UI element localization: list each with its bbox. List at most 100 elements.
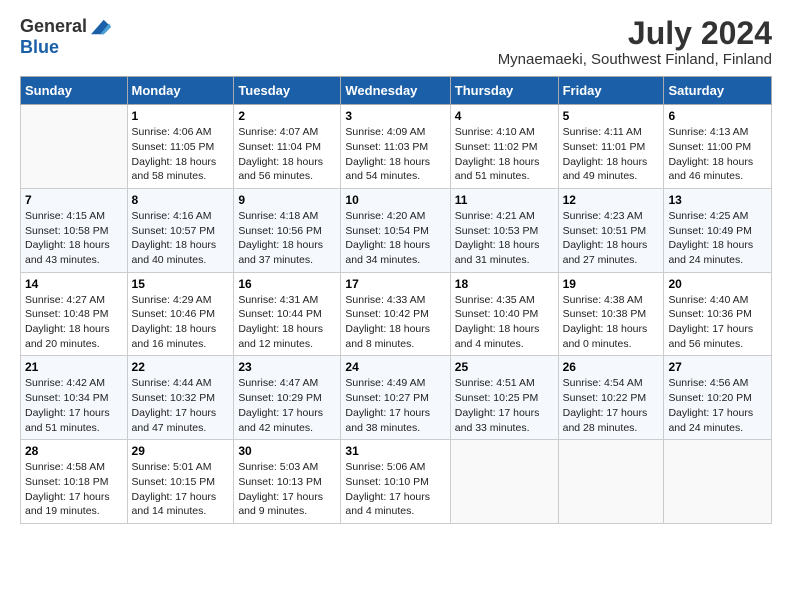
header-cell-thursday: Thursday: [450, 77, 558, 105]
header-cell-friday: Friday: [558, 77, 664, 105]
day-info: Sunrise: 4:38 AMSunset: 10:38 PMDaylight…: [563, 293, 660, 352]
calendar-cell: 21 Sunrise: 4:42 AMSunset: 10:34 PMDaylig…: [21, 356, 128, 440]
calendar-cell: 14 Sunrise: 4:27 AMSunset: 10:48 PMDaylig…: [21, 272, 128, 356]
calendar-cell: [558, 440, 664, 524]
day-number: 9: [238, 193, 336, 207]
day-info: Sunrise: 4:47 AMSunset: 10:29 PMDaylight…: [238, 376, 336, 435]
day-info: Sunrise: 4:15 AMSunset: 10:58 PMDaylight…: [25, 209, 123, 268]
day-info: Sunrise: 4:44 AMSunset: 10:32 PMDaylight…: [132, 376, 230, 435]
day-number: 20: [668, 277, 767, 291]
calendar-cell: 25Sunrise: 4:51 AMSunset: 10:25 PMDaylig…: [450, 356, 558, 440]
day-number: 4: [455, 109, 554, 123]
day-info: Sunrise: 5:06 AMSunset: 10:10 PMDaylight…: [345, 460, 445, 519]
day-info: Sunrise: 4:27 AMSunset: 10:48 PMDaylight…: [25, 293, 123, 352]
calendar-cell: 3Sunrise: 4:09 AMSunset: 11:03 PMDayligh…: [341, 105, 450, 189]
day-info: Sunrise: 4:11 AMSunset: 11:01 PMDaylight…: [563, 125, 660, 184]
calendar-cell: 6Sunrise: 4:13 AMSunset: 11:00 PMDayligh…: [664, 105, 772, 189]
calendar-cell: 17Sunrise: 4:33 AMSunset: 10:42 PMDaylig…: [341, 272, 450, 356]
calendar-cell: 19 Sunrise: 4:38 AMSunset: 10:38 PMDaylig…: [558, 272, 664, 356]
logo-blue-text: Blue: [20, 37, 59, 58]
day-number: 26: [563, 360, 660, 374]
calendar-cell: 1 Sunrise: 4:06 AMSunset: 11:05 PMDayligh…: [127, 105, 234, 189]
logo-icon: [91, 19, 111, 35]
day-info: Sunrise: 4:51 AMSunset: 10:25 PMDaylight…: [455, 376, 554, 435]
page-header: General Blue July 2024 Mynaemaeki, South…: [20, 16, 772, 68]
header-cell-tuesday: Tuesday: [234, 77, 341, 105]
logo-general-text: General: [20, 16, 87, 37]
day-info: Sunrise: 4:16 AMSunset: 10:57 PMDaylight…: [132, 209, 230, 268]
day-info: Sunrise: 4:10 AMSunset: 11:02 PMDaylight…: [455, 125, 554, 184]
day-number: 29: [132, 444, 230, 458]
calendar-cell: 20 Sunrise: 4:40 AMSunset: 10:36 PMDaylig…: [664, 272, 772, 356]
day-info: Sunrise: 4:21 AMSunset: 10:53 PMDaylight…: [455, 209, 554, 268]
day-info: Sunrise: 4:58 AMSunset: 10:18 PMDaylight…: [25, 460, 123, 519]
day-number: 24: [345, 360, 445, 374]
week-row-2: 7 Sunrise: 4:15 AMSunset: 10:58 PMDayligh…: [21, 188, 772, 272]
calendar-cell: 12Sunrise: 4:23 AMSunset: 10:51 PMDaylig…: [558, 188, 664, 272]
header-cell-monday: Monday: [127, 77, 234, 105]
day-info: Sunrise: 4:35 AMSunset: 10:40 PMDaylight…: [455, 293, 554, 352]
day-number: 22: [132, 360, 230, 374]
calendar-cell: 27 Sunrise: 4:56 AMSunset: 10:20 PMDaylig…: [664, 356, 772, 440]
location-title: Mynaemaeki, Southwest Finland, Finland: [498, 51, 772, 68]
day-info: Sunrise: 4:20 AMSunset: 10:54 PMDaylight…: [345, 209, 445, 268]
day-info: Sunrise: 5:03 AMSunset: 10:13 PMDaylight…: [238, 460, 336, 519]
week-row-3: 14 Sunrise: 4:27 AMSunset: 10:48 PMDaylig…: [21, 272, 772, 356]
day-info: Sunrise: 4:29 AMSunset: 10:46 PMDaylight…: [132, 293, 230, 352]
day-number: 3: [345, 109, 445, 123]
calendar-cell: 2 Sunrise: 4:07 AMSunset: 11:04 PMDayligh…: [234, 105, 341, 189]
day-number: 15: [132, 277, 230, 291]
calendar-cell: 11Sunrise: 4:21 AMSunset: 10:53 PMDaylig…: [450, 188, 558, 272]
calendar-cell: 15 Sunrise: 4:29 AMSunset: 10:46 PMDaylig…: [127, 272, 234, 356]
day-number: 2: [238, 109, 336, 123]
day-info: Sunrise: 4:25 AMSunset: 10:49 PMDaylight…: [668, 209, 767, 268]
title-area: July 2024 Mynaemaeki, Southwest Finland,…: [498, 16, 772, 68]
week-row-5: 28 Sunrise: 4:58 AMSunset: 10:18 PMDaylig…: [21, 440, 772, 524]
day-number: 31: [345, 444, 445, 458]
calendar-cell: 4 Sunrise: 4:10 AMSunset: 11:02 PMDayligh…: [450, 105, 558, 189]
day-number: 19: [563, 277, 660, 291]
calendar-cell: 23 Sunrise: 4:47 AMSunset: 10:29 PMDaylig…: [234, 356, 341, 440]
day-info: Sunrise: 4:56 AMSunset: 10:20 PMDaylight…: [668, 376, 767, 435]
calendar-cell: 13 Sunrise: 4:25 AMSunset: 10:49 PMDaylig…: [664, 188, 772, 272]
calendar-cell: 8 Sunrise: 4:16 AMSunset: 10:57 PMDayligh…: [127, 188, 234, 272]
day-info: Sunrise: 4:06 AMSunset: 11:05 PMDaylight…: [132, 125, 230, 184]
calendar-table: SundayMondayTuesdayWednesdayThursdayFrid…: [20, 76, 772, 524]
calendar-cell: 24 Sunrise: 4:49 AMSunset: 10:27 PMDaylig…: [341, 356, 450, 440]
calendar-cell: [21, 105, 128, 189]
week-row-1: 1 Sunrise: 4:06 AMSunset: 11:05 PMDayligh…: [21, 105, 772, 189]
calendar-cell: [664, 440, 772, 524]
day-number: 1: [132, 109, 230, 123]
day-number: 8: [132, 193, 230, 207]
header-cell-sunday: Sunday: [21, 77, 128, 105]
header-cell-wednesday: Wednesday: [341, 77, 450, 105]
logo: General Blue: [20, 16, 111, 58]
day-info: Sunrise: 4:40 AMSunset: 10:36 PMDaylight…: [668, 293, 767, 352]
calendar-cell: 29Sunrise: 5:01 AMSunset: 10:15 PMDaylig…: [127, 440, 234, 524]
week-row-4: 21 Sunrise: 4:42 AMSunset: 10:34 PMDaylig…: [21, 356, 772, 440]
day-info: Sunrise: 4:54 AMSunset: 10:22 PMDaylight…: [563, 376, 660, 435]
day-info: Sunrise: 4:18 AMSunset: 10:56 PMDaylight…: [238, 209, 336, 268]
calendar-cell: 7 Sunrise: 4:15 AMSunset: 10:58 PMDayligh…: [21, 188, 128, 272]
day-number: 7: [25, 193, 123, 207]
day-number: 6: [668, 109, 767, 123]
day-number: 21: [25, 360, 123, 374]
calendar-cell: 5Sunrise: 4:11 AMSunset: 11:01 PMDayligh…: [558, 105, 664, 189]
calendar-cell: 16Sunrise: 4:31 AMSunset: 10:44 PMDaylig…: [234, 272, 341, 356]
day-info: Sunrise: 4:33 AMSunset: 10:42 PMDaylight…: [345, 293, 445, 352]
day-info: Sunrise: 4:07 AMSunset: 11:04 PMDaylight…: [238, 125, 336, 184]
day-info: Sunrise: 4:31 AMSunset: 10:44 PMDaylight…: [238, 293, 336, 352]
day-number: 30: [238, 444, 336, 458]
calendar-cell: 26 Sunrise: 4:54 AMSunset: 10:22 PMDaylig…: [558, 356, 664, 440]
calendar-cell: 31 Sunrise: 5:06 AMSunset: 10:10 PMDaylig…: [341, 440, 450, 524]
day-info: Sunrise: 4:42 AMSunset: 10:34 PMDaylight…: [25, 376, 123, 435]
day-number: 10: [345, 193, 445, 207]
day-number: 13: [668, 193, 767, 207]
day-info: Sunrise: 4:49 AMSunset: 10:27 PMDaylight…: [345, 376, 445, 435]
day-number: 23: [238, 360, 336, 374]
day-number: 28: [25, 444, 123, 458]
day-number: 14: [25, 277, 123, 291]
calendar-cell: 18Sunrise: 4:35 AMSunset: 10:40 PMDaylig…: [450, 272, 558, 356]
day-number: 27: [668, 360, 767, 374]
day-number: 12: [563, 193, 660, 207]
